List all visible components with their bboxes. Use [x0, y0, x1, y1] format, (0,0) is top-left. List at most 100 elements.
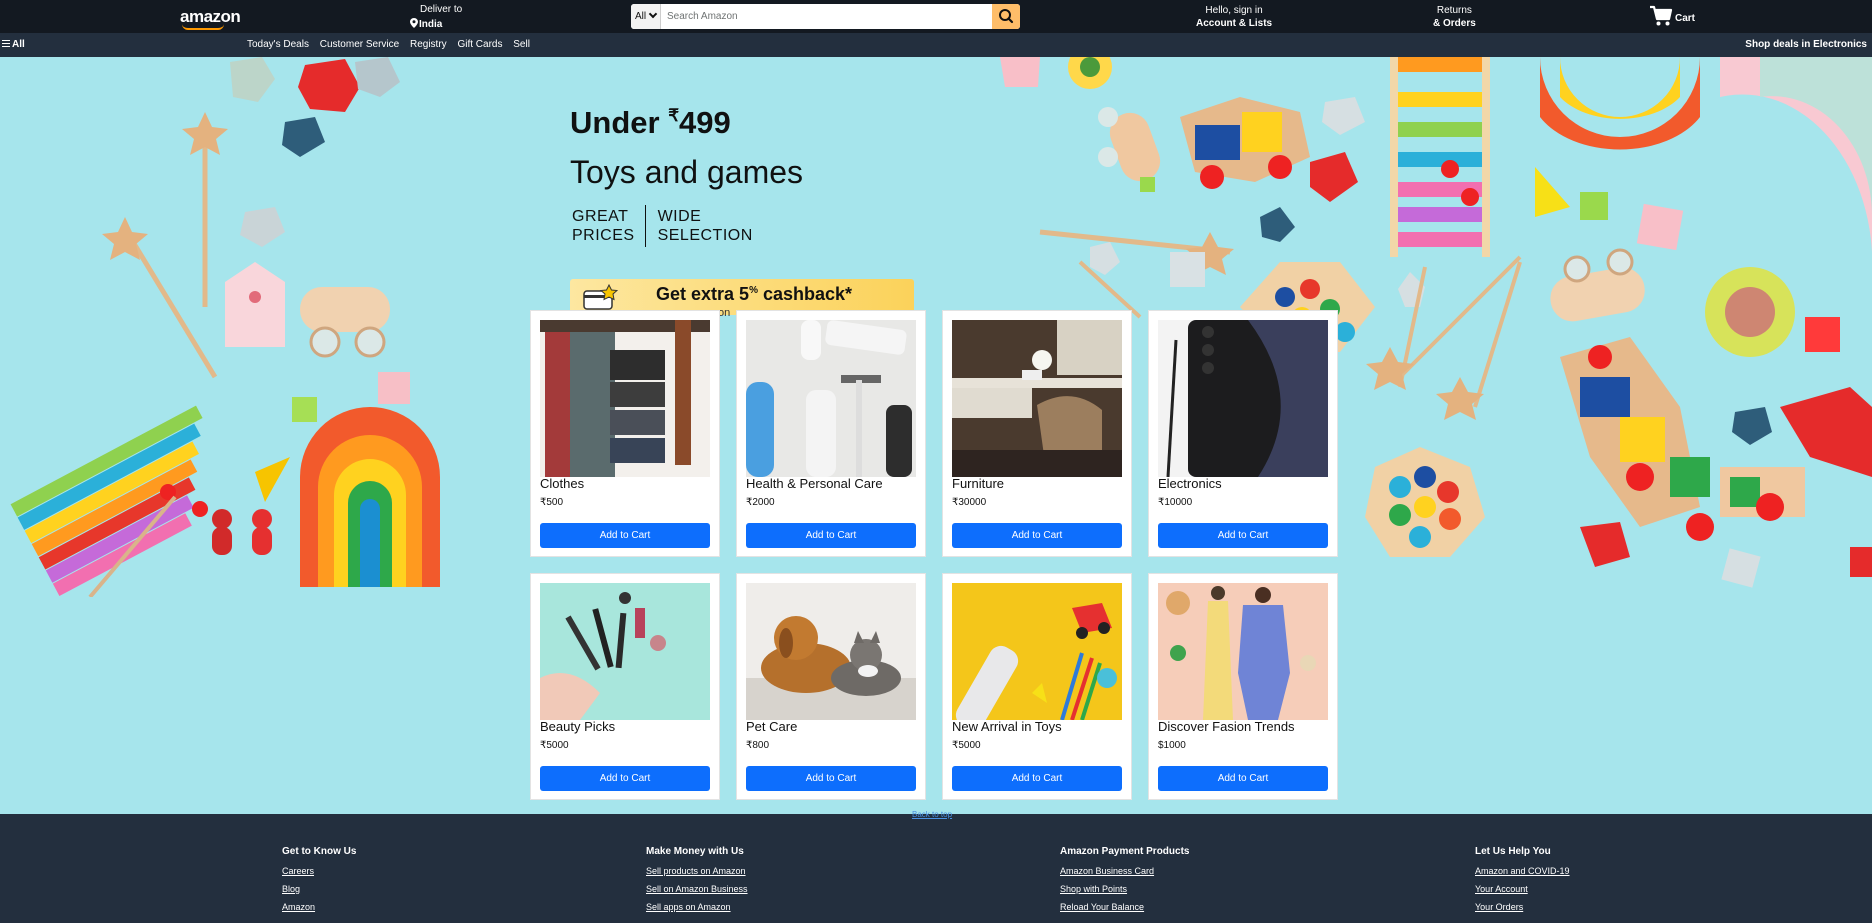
product-card-furniture[interactable]: Furniture ₹30000 Add to Cart: [942, 310, 1132, 557]
product-name: Clothes: [540, 476, 585, 491]
returns-orders[interactable]: Returns & Orders: [1433, 4, 1476, 30]
cashback-main: Get extra 5: [656, 284, 750, 304]
nav-link-todays-deals[interactable]: Today's Deals: [247, 39, 309, 50]
footer-column-payment: Amazon Payment Products Amazon Business …: [1060, 846, 1189, 920]
product-name: Discover Fasion Trends: [1158, 719, 1295, 734]
nav-links: Today's Deals Customer Service Registry …: [247, 39, 538, 50]
product-price: ₹30000: [952, 497, 987, 508]
product-card-fashion[interactable]: Discover Fasion Trends $1000 Add to Cart: [1148, 573, 1338, 800]
add-to-cart-button[interactable]: Add to Cart: [540, 523, 710, 548]
cashback-text: Get extra 5% cashback*: [656, 284, 852, 305]
secondary-nav: All Today's Deals Customer Service Regis…: [0, 33, 1872, 57]
add-to-cart-button[interactable]: Add to Cart: [746, 523, 916, 548]
search-category-label: All: [635, 11, 647, 22]
account-greeting: Hello, sign in: [1205, 5, 1263, 16]
add-to-cart-button[interactable]: Add to Cart: [1158, 523, 1328, 548]
search-bar: All: [631, 4, 1020, 29]
hero-subtitle: Toys and games: [570, 154, 804, 190]
all-menu-label: All: [12, 39, 25, 50]
chevron-down-icon: [648, 9, 658, 19]
cart-icon: [1650, 5, 1673, 26]
deliver-to[interactable]: Deliver to India: [410, 3, 462, 32]
tag1-line2: PRICES: [572, 227, 635, 244]
footer-link[interactable]: Reload Your Balance: [1060, 902, 1189, 912]
orders-label: & Orders: [1433, 18, 1476, 29]
all-menu-button[interactable]: All: [2, 39, 25, 50]
hero-currency: ₹: [668, 106, 680, 125]
product-price: ₹10000: [1158, 497, 1193, 508]
footer-link[interactable]: Amazon: [282, 902, 356, 912]
deliver-label: Deliver to: [420, 4, 463, 15]
great-prices-tag: GREAT PRICES: [570, 205, 646, 247]
product-name: Electronics: [1158, 476, 1222, 491]
search-icon: [999, 9, 1014, 24]
nav-link-customer-service[interactable]: Customer Service: [320, 39, 399, 50]
account-lists[interactable]: Hello, sign in Account & Lists: [1196, 4, 1272, 30]
footer-link[interactable]: Your Account: [1475, 884, 1570, 894]
location-pin-icon: [410, 18, 418, 28]
top-nav-bar: amazon Deliver to India All Hello, sign …: [0, 0, 1872, 33]
clothes-image: [540, 320, 710, 477]
back-to-top-link[interactable]: Back to top: [912, 810, 952, 819]
furniture-image: [952, 320, 1122, 477]
hero-tags: GREAT PRICES WIDE SELECTION: [570, 205, 803, 247]
beauty-image: [540, 583, 710, 720]
account-lists-label: Account & Lists: [1196, 18, 1273, 29]
tag2-line1: WIDE: [657, 208, 702, 225]
product-name: Health & Personal Care: [746, 476, 883, 491]
footer-link[interactable]: Amazon and COVID-19: [1475, 866, 1570, 876]
add-to-cart-button[interactable]: Add to Cart: [952, 523, 1122, 548]
hero-banner[interactable]: Under ₹499 Toys and games GREAT PRICES WI…: [0, 57, 1872, 814]
search-input[interactable]: [665, 4, 985, 29]
cashback-tail: cashback*: [762, 284, 853, 304]
footer-heading: Let Us Help You: [1475, 846, 1551, 857]
footer-column-help: Let Us Help You Amazon and COVID-19 Your…: [1475, 846, 1570, 920]
footer-link[interactable]: Careers: [282, 866, 356, 876]
toys-left-illustration: [10, 57, 440, 597]
footer-link[interactable]: Sell apps on Amazon: [646, 902, 748, 912]
add-to-cart-button[interactable]: Add to Cart: [952, 766, 1122, 791]
footer-link[interactable]: Sell products on Amazon: [646, 866, 748, 876]
product-name: Beauty Picks: [540, 719, 616, 734]
card-star-icon: [583, 283, 618, 310]
footer: Get to Know Us Careers Blog Amazon Make …: [0, 836, 1872, 923]
product-price: ₹5000: [540, 740, 569, 751]
deliver-country: India: [419, 19, 443, 30]
product-card-electronics[interactable]: Electronics ₹10000 Add to Cart: [1148, 310, 1338, 557]
shop-deals-electronics-link[interactable]: Shop deals in Electronics: [1745, 39, 1867, 50]
product-card-beauty[interactable]: Beauty Picks ₹5000 Add to Cart: [530, 573, 720, 800]
add-to-cart-button[interactable]: Add to Cart: [540, 766, 710, 791]
footer-column-know-us: Get to Know Us Careers Blog Amazon: [282, 846, 356, 920]
add-to-cart-button[interactable]: Add to Cart: [746, 766, 916, 791]
hero-under: Under: [570, 105, 660, 140]
search-category-select[interactable]: All: [631, 4, 661, 29]
product-card-toys[interactable]: New Arrival in Toys ₹5000 Add to Cart: [942, 573, 1132, 800]
electronics-image: [1158, 320, 1328, 477]
footer-link[interactable]: Amazon Business Card: [1060, 866, 1189, 876]
product-price: ₹5000: [952, 740, 981, 751]
search-button[interactable]: [992, 4, 1020, 29]
product-name: Furniture: [952, 476, 1005, 491]
tag2-line2: SELECTION: [657, 227, 753, 244]
product-card-clothes[interactable]: Clothes ₹500 Add to Cart: [530, 310, 720, 557]
footer-link[interactable]: Blog: [282, 884, 356, 894]
returns-label: Returns: [1436, 5, 1472, 16]
hero-text: Under ₹499 Toys and games GREAT PRICES WI…: [570, 105, 803, 247]
nav-link-registry[interactable]: Registry: [410, 39, 447, 50]
add-to-cart-button[interactable]: Add to Cart: [1158, 766, 1328, 791]
footer-link[interactable]: Sell on Amazon Business: [646, 884, 748, 894]
footer-link[interactable]: Shop with Points: [1060, 884, 1189, 894]
footer-heading: Amazon Payment Products: [1060, 846, 1190, 857]
nav-link-sell[interactable]: Sell: [513, 39, 530, 50]
hamburger-icon: [2, 40, 10, 47]
footer-column-make-money: Make Money with Us Sell products on Amaz…: [646, 846, 748, 920]
logo-smile-icon: [182, 24, 224, 30]
footer-link[interactable]: Your Orders: [1475, 902, 1570, 912]
product-card-health[interactable]: Health & Personal Care ₹2000 Add to Cart: [736, 310, 926, 557]
product-card-pet-care[interactable]: Pet Care ₹800 Add to Cart: [736, 573, 926, 800]
cashback-pct: %: [749, 285, 758, 296]
health-care-image: [746, 320, 916, 477]
hero-price-heading: Under ₹499: [570, 105, 803, 141]
product-price: ₹500: [540, 497, 564, 508]
nav-link-gift-cards[interactable]: Gift Cards: [457, 39, 502, 50]
